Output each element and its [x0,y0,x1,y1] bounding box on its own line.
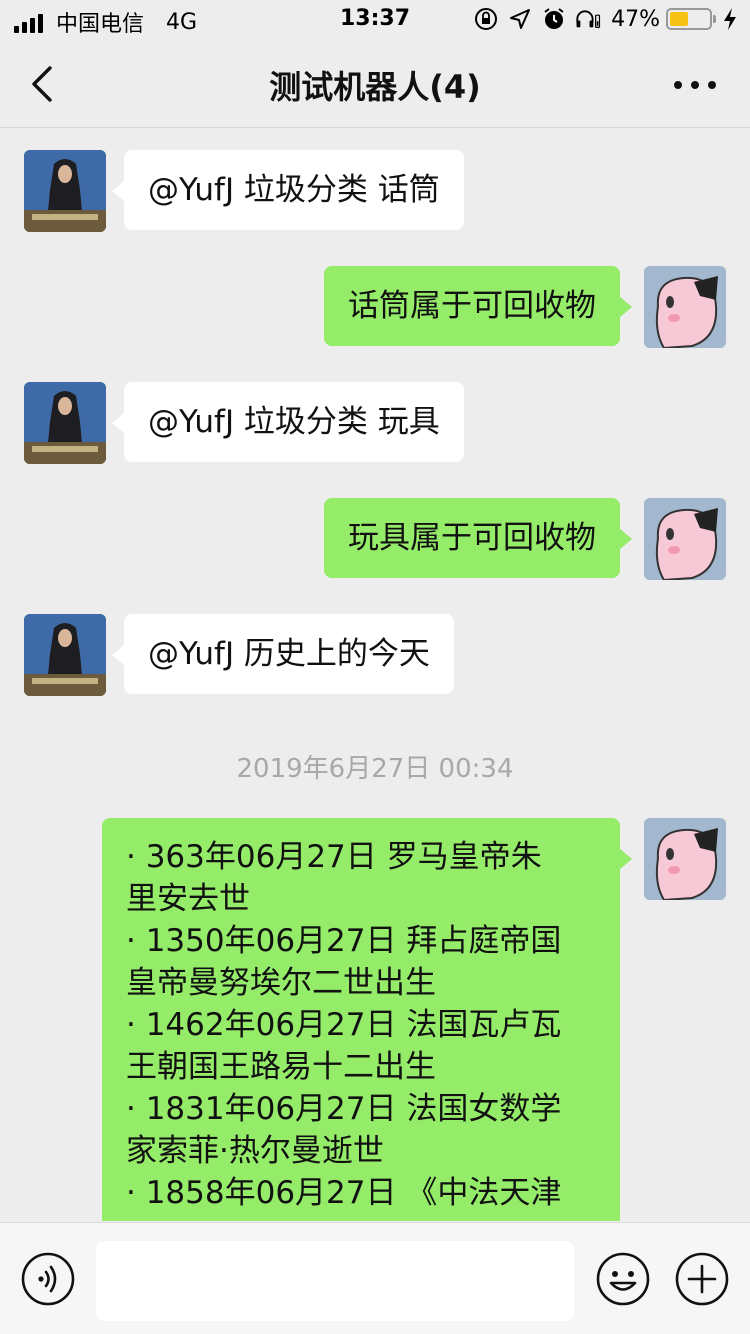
chat-title: 测试机器人(4) [269,68,481,106]
location-icon [507,6,533,32]
history-line: · 1858年06月27日 《中法天津 [126,1175,562,1211]
history-line: · 1462年06月27日 法国瓦卢瓦 [126,1007,562,1043]
avatar[interactable] [644,498,726,580]
emoji-button[interactable] [596,1252,650,1306]
message-row: @YufJ 历史上的今天 [0,614,750,696]
status-bar: 中国电信 4G 13:37 47% [0,0,750,40]
voice-button[interactable] [21,1252,75,1306]
message-bubble[interactable]: @YufJ 垃圾分类 话筒 [112,150,464,230]
message-bubble-history[interactable]: · 363年06月27日 罗马皇帝朱 里安去世 · 1350年06月27日 拜占… [102,818,632,1221]
message-bubble[interactable]: @YufJ 垃圾分类 玩具 [112,382,464,462]
more-dots-icon [674,81,716,89]
battery-percent: 47% [611,6,660,32]
message-bubble[interactable]: 玩具属于可回收物 [324,498,632,578]
nav-bar: 测试机器人(4) [0,40,750,128]
message-row: · 363年06月27日 罗马皇帝朱 里安去世 · 1350年06月27日 拜占… [0,818,750,1221]
history-line: 王朝国王路易十二出生 [126,1049,436,1085]
message-input[interactable] [96,1241,574,1321]
history-line: 家索菲·热尔曼逝世 [126,1133,384,1169]
alarm-icon [541,6,567,32]
message-row: @YufJ 垃圾分类 话筒 [0,150,750,232]
message-row: 玩具属于可回收物 [0,498,750,580]
rotation-lock-icon [473,6,499,32]
avatar[interactable] [644,266,726,348]
chat-area[interactable]: @YufJ 垃圾分类 话筒 话筒属于可回收物 @YufJ 垃圾分类 玩具 玩具属… [0,129,750,1221]
battery-tip [713,15,716,23]
history-line: · 1350年06月27日 拜占庭帝国 [126,923,562,959]
headphones-icon [575,6,601,32]
message-timestamp: 2019年6月27日 00:34 [236,754,514,784]
more-button[interactable] [670,70,720,100]
history-line: 皇帝曼努埃尔二世出生 [126,965,436,1001]
avatar[interactable] [24,382,106,464]
status-right: 47% [465,6,738,32]
battery-level-fill [670,12,688,26]
message-bubble[interactable]: @YufJ 历史上的今天 [112,614,454,694]
message-row: 话筒属于可回收物 [0,266,750,348]
message-bubble[interactable]: 话筒属于可回收物 [324,266,632,346]
voice-icon [21,1252,75,1306]
plus-button[interactable] [675,1252,729,1306]
plus-icon [675,1252,729,1306]
avatar[interactable] [24,614,106,696]
avatar[interactable] [24,150,106,232]
input-bar [0,1222,750,1334]
history-line: · 363年06月27日 罗马皇帝朱 [126,839,542,875]
battery-icon [666,8,712,30]
charging-icon [722,6,738,32]
history-line: · 1831年06月27日 法国女数学 [126,1091,562,1127]
emoji-icon [596,1252,650,1306]
history-line: 里安去世 [126,881,250,917]
avatar[interactable] [644,818,726,900]
message-row: @YufJ 垃圾分类 玩具 [0,382,750,464]
